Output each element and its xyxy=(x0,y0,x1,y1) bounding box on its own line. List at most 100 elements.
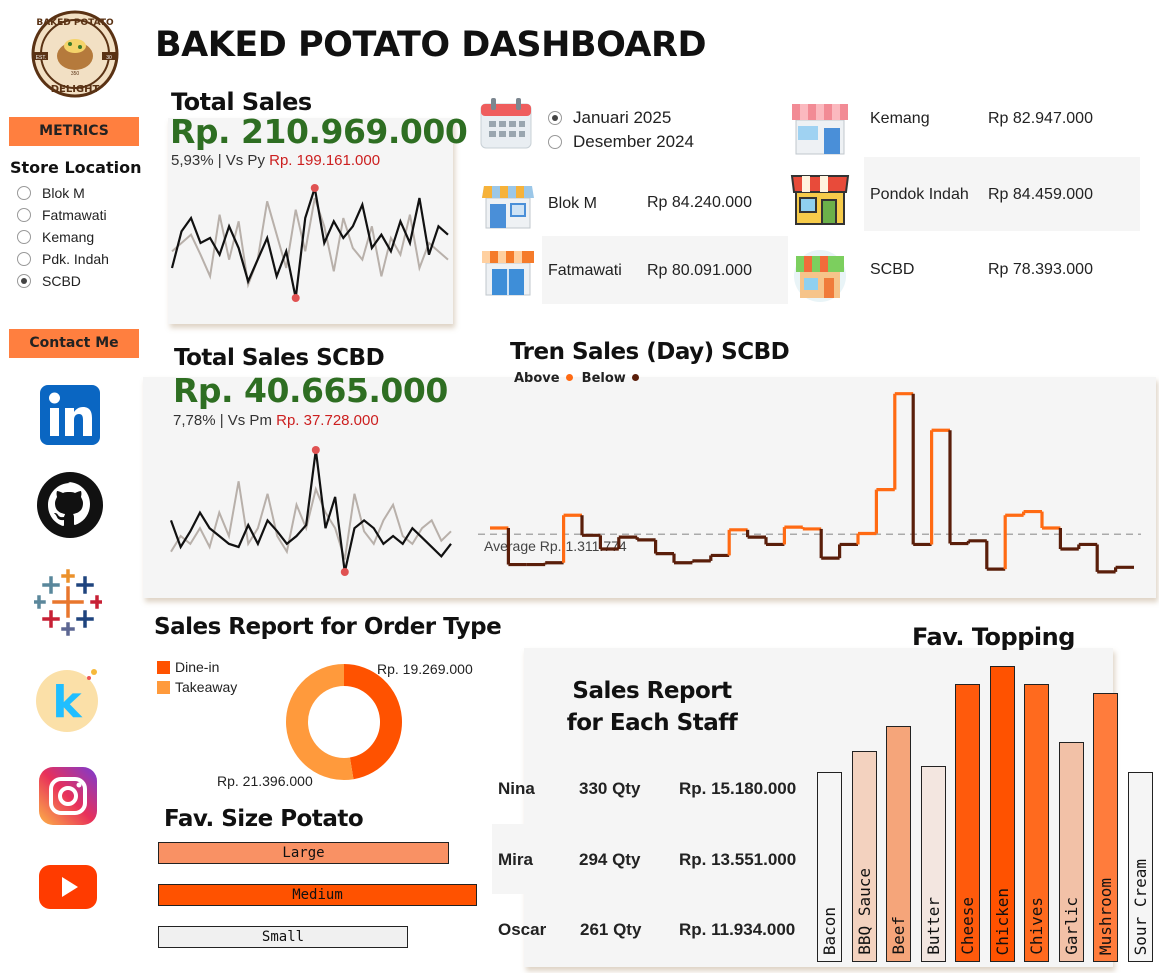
total-sales-comparison: 5,93% | Vs Py Rp. 199.161.000 xyxy=(171,152,380,169)
donut-slice-takeaway xyxy=(286,664,354,780)
takeaway-value-label: Rp. 21.396.000 xyxy=(217,773,313,789)
staff-name-mira: Mira xyxy=(498,850,533,869)
period-label-dec: Desember 2024 xyxy=(573,132,694,151)
linkedin-icon[interactable] xyxy=(38,383,102,447)
trend-title: Tren Sales (Day) SCBD xyxy=(510,339,790,365)
legend-dine-in-swatch xyxy=(157,660,170,674)
staff-title-line2: for Each Staff xyxy=(566,710,738,736)
contact-me-button[interactable]: Contact Me xyxy=(9,329,139,358)
logo-left-text: EST. xyxy=(36,55,47,61)
store-radio[interactable] xyxy=(17,186,31,200)
store-option[interactable]: Blok M xyxy=(17,182,137,204)
period-radio-jan[interactable] xyxy=(548,111,562,125)
store-value-kemang: Rp 82.947.000 xyxy=(988,110,1093,127)
store-name-blok-m: Blok M xyxy=(548,195,597,212)
staff-value-oscar: Rp. 11.934.000 xyxy=(679,920,796,939)
staff-qty-oscar: 261 Qty xyxy=(580,920,642,939)
store-value-pondok-indah: Rp 84.459.000 xyxy=(988,186,1093,203)
period-radio-dec[interactable] xyxy=(548,135,562,149)
min-point xyxy=(291,294,300,302)
scbd-sales-comparison: 7,78% | Vs Pm Rp. 37.728.000 xyxy=(173,412,379,429)
staff-name-nina: Nina xyxy=(498,779,535,798)
store-option-label: SCBD xyxy=(42,273,81,289)
logo-est-text: 350 xyxy=(71,71,80,77)
store-option[interactable]: Fatmawati xyxy=(17,204,137,226)
store-option-label: Kemang xyxy=(42,229,95,245)
store-icon-fatmawati xyxy=(480,243,536,299)
legend-dine-in-label: Dine-in xyxy=(175,659,220,675)
size-chart: Large Medium Small xyxy=(158,842,478,952)
donut-slice-dine-in xyxy=(343,664,402,780)
logo-bottom-text: DELIGHT xyxy=(51,84,100,95)
store-option-label: Fatmawati xyxy=(42,207,107,223)
store-name-kemang: Kemang xyxy=(870,110,930,127)
kaggle-icon[interactable]: k xyxy=(34,666,98,732)
logo: BAKED POTATO DELIGHT EST. 30 350 xyxy=(30,8,120,100)
scbd-sales-value: Rp. 40.665.000 xyxy=(173,371,448,410)
store-radio[interactable] xyxy=(17,208,31,222)
topping-bar-chicken: Chicken xyxy=(990,666,1015,962)
store-radio[interactable] xyxy=(17,230,31,244)
store-value-blok-m: Rp 84.240.000 xyxy=(647,194,752,211)
dashboard-title: BAKED POTATO DASHBOARD xyxy=(155,25,707,65)
period-option-dec-2024[interactable]: Desember 2024 xyxy=(548,130,694,154)
topping-bar-label: BBQ Sauce xyxy=(854,868,874,955)
logo-top-text: BAKED POTATO xyxy=(36,18,114,28)
topping-bar-cheese: Cheese xyxy=(955,684,980,962)
topping-bar-label: Chives xyxy=(1026,897,1046,955)
store-option-label: Blok M xyxy=(42,185,85,201)
order-type-donut xyxy=(286,664,402,780)
topping-bar-label: Mushroom xyxy=(1095,877,1115,955)
topping-bar-label: Bacon xyxy=(819,906,839,955)
staff-title-line1: Sales Report xyxy=(572,678,732,704)
store-radio[interactable] xyxy=(17,252,31,266)
store-location-filter: Blok M Fatmawati Kemang Pdk. Indah SCBD xyxy=(17,182,137,292)
scbd-sales-title: Total Sales SCBD xyxy=(174,345,385,371)
calendar-icon xyxy=(478,96,534,152)
scbd-sales-growth: 7,78% | Vs Pm xyxy=(173,412,272,429)
size-bar-large: Large xyxy=(158,842,449,864)
metrics-button[interactable]: METRICS xyxy=(9,117,139,146)
topping-bar-label: Cheese xyxy=(957,897,977,955)
topping-chart: Bacon BBQ Sauce Beef Butter Cheese Chicken Chi… xyxy=(816,660,1153,962)
dine-in-value-label: Rp. 19.269.000 xyxy=(377,661,473,677)
topping-bar-garlic: Garlic xyxy=(1059,742,1084,962)
total-sales-growth: 5,93% | Vs Py xyxy=(171,152,265,169)
size-bar-small: Small xyxy=(158,926,408,948)
staff-qty-mira: 294 Qty xyxy=(579,850,641,869)
topping-bar-bacon: Bacon xyxy=(817,772,842,962)
instagram-icon[interactable] xyxy=(38,766,98,826)
tableau-icon[interactable] xyxy=(32,568,104,636)
store-option[interactable]: SCBD xyxy=(17,270,137,292)
total-sales-prev: Rp. 199.161.000 xyxy=(269,152,381,169)
store-icon-scbd xyxy=(790,244,850,304)
store-value-scbd: Rp 78.393.000 xyxy=(988,261,1093,278)
size-bar-medium: Medium xyxy=(158,884,477,906)
topping-bar-beef: Beef xyxy=(886,726,911,962)
store-option[interactable]: Kemang xyxy=(17,226,137,248)
github-icon[interactable] xyxy=(36,471,104,539)
store-icon-blok-m xyxy=(480,176,536,232)
max-point xyxy=(310,184,319,192)
period-filter: Januari 2025 Desember 2024 xyxy=(548,106,694,154)
scbd-sales-prev: Rp. 37.728.000 xyxy=(276,412,379,429)
average-label: Average Rp. 1.311.774 xyxy=(484,538,627,554)
period-option-jan-2025[interactable]: Januari 2025 xyxy=(548,106,694,130)
store-radio[interactable] xyxy=(17,274,31,288)
logo-right-text: 30 xyxy=(106,55,112,61)
staff-qty-nina: 330 Qty xyxy=(579,779,641,798)
topping-bar-butter: Butter xyxy=(921,766,946,962)
svg-text:k: k xyxy=(52,677,83,728)
youtube-icon[interactable] xyxy=(38,864,98,910)
store-icon-kemang xyxy=(790,96,850,156)
store-option-label: Pdk. Indah xyxy=(42,251,109,267)
store-option[interactable]: Pdk. Indah xyxy=(17,248,137,270)
topping-bar-chives: Chives xyxy=(1024,684,1049,962)
topping-bar-label: Butter xyxy=(923,897,943,955)
topping-bar-label: Sour Cream xyxy=(1130,858,1150,955)
store-value-fatmawati: Rp 80.091.000 xyxy=(647,262,752,279)
store-name-fatmawati: Fatmawati xyxy=(548,262,622,279)
scbd-sales-sparkline xyxy=(169,446,452,576)
period-label-jan: Januari 2025 xyxy=(573,108,672,127)
total-sales-value: Rp. 210.969.000 xyxy=(170,112,468,151)
